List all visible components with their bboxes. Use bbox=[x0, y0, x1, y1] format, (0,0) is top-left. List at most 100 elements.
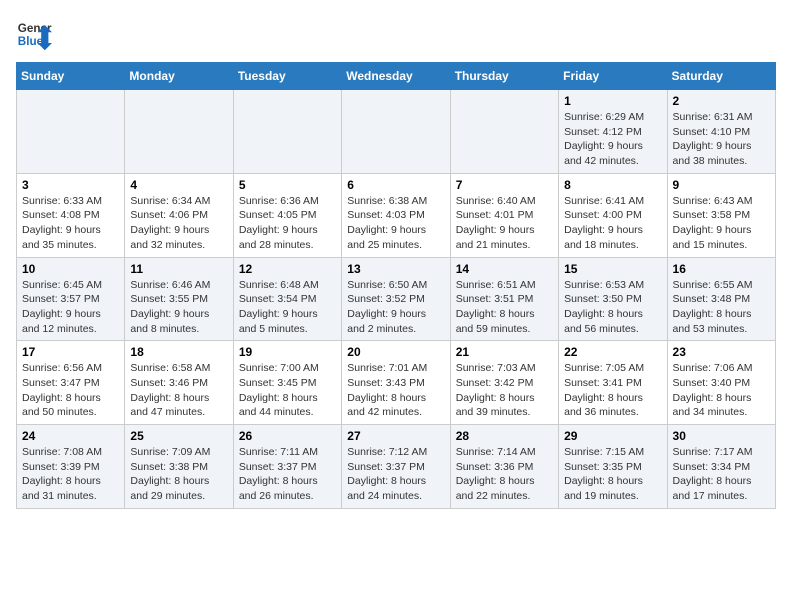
calendar-cell: 27 Sunrise: 7:12 AM Sunset: 3:37 PM Dayli… bbox=[342, 425, 450, 509]
day-number: 5 bbox=[239, 178, 336, 192]
day-info: Sunrise: 6:41 AM Sunset: 4:00 PM Dayligh… bbox=[564, 194, 661, 253]
day-info: Sunrise: 6:46 AM Sunset: 3:55 PM Dayligh… bbox=[130, 278, 227, 337]
calendar-week-row: 1 Sunrise: 6:29 AM Sunset: 4:12 PM Daylig… bbox=[17, 90, 776, 174]
day-number: 26 bbox=[239, 429, 336, 443]
day-number: 6 bbox=[347, 178, 444, 192]
day-number: 27 bbox=[347, 429, 444, 443]
day-info: Sunrise: 6:50 AM Sunset: 3:52 PM Dayligh… bbox=[347, 278, 444, 337]
day-number: 29 bbox=[564, 429, 661, 443]
day-number: 13 bbox=[347, 262, 444, 276]
day-info: Sunrise: 7:14 AM Sunset: 3:36 PM Dayligh… bbox=[456, 445, 553, 504]
calendar-cell: 9 Sunrise: 6:43 AM Sunset: 3:58 PM Daylig… bbox=[667, 173, 775, 257]
calendar-cell: 19 Sunrise: 7:00 AM Sunset: 3:45 PM Dayli… bbox=[233, 341, 341, 425]
day-number: 16 bbox=[673, 262, 770, 276]
weekday-header-saturday: Saturday bbox=[667, 63, 775, 90]
day-info: Sunrise: 6:51 AM Sunset: 3:51 PM Dayligh… bbox=[456, 278, 553, 337]
day-number: 9 bbox=[673, 178, 770, 192]
day-number: 18 bbox=[130, 345, 227, 359]
calendar-cell bbox=[233, 90, 341, 174]
svg-text:Blue: Blue bbox=[18, 35, 44, 48]
day-info: Sunrise: 6:40 AM Sunset: 4:01 PM Dayligh… bbox=[456, 194, 553, 253]
calendar-cell: 30Sunrise: 7:17 AM Sunset: 3:34 PM Dayli… bbox=[667, 425, 775, 509]
weekday-header-friday: Friday bbox=[559, 63, 667, 90]
calendar-cell bbox=[450, 90, 558, 174]
calendar-cell: 12 Sunrise: 6:48 AM Sunset: 3:54 PM Dayli… bbox=[233, 257, 341, 341]
calendar-cell bbox=[17, 90, 125, 174]
day-info: Sunrise: 6:36 AM Sunset: 4:05 PM Dayligh… bbox=[239, 194, 336, 253]
day-number: 4 bbox=[130, 178, 227, 192]
day-info: Sunrise: 7:11 AM Sunset: 3:37 PM Dayligh… bbox=[239, 445, 336, 504]
calendar-cell: 5 Sunrise: 6:36 AM Sunset: 4:05 PM Daylig… bbox=[233, 173, 341, 257]
weekday-header-sunday: Sunday bbox=[17, 63, 125, 90]
day-info: Sunrise: 7:12 AM Sunset: 3:37 PM Dayligh… bbox=[347, 445, 444, 504]
calendar-cell: 18 Sunrise: 6:58 AM Sunset: 3:46 PM Dayli… bbox=[125, 341, 233, 425]
calendar-week-row: 17 Sunrise: 6:56 AM Sunset: 3:47 PM Dayli… bbox=[17, 341, 776, 425]
calendar-cell: 13 Sunrise: 6:50 AM Sunset: 3:52 PM Dayli… bbox=[342, 257, 450, 341]
day-info: Sunrise: 6:55 AM Sunset: 3:48 PM Dayligh… bbox=[673, 278, 770, 337]
calendar-cell: 3 Sunrise: 6:33 AM Sunset: 4:08 PM Daylig… bbox=[17, 173, 125, 257]
day-number: 17 bbox=[22, 345, 119, 359]
calendar-table: SundayMondayTuesdayWednesdayThursdayFrid… bbox=[16, 62, 776, 509]
day-number: 3 bbox=[22, 178, 119, 192]
calendar-cell: 10 Sunrise: 6:45 AM Sunset: 3:57 PM Dayli… bbox=[17, 257, 125, 341]
day-info: Sunrise: 6:45 AM Sunset: 3:57 PM Dayligh… bbox=[22, 278, 119, 337]
weekday-header-monday: Monday bbox=[125, 63, 233, 90]
day-info: Sunrise: 6:31 AM Sunset: 4:10 PM Dayligh… bbox=[673, 110, 770, 169]
day-info: Sunrise: 7:05 AM Sunset: 3:41 PM Dayligh… bbox=[564, 361, 661, 420]
day-info: Sunrise: 7:00 AM Sunset: 3:45 PM Dayligh… bbox=[239, 361, 336, 420]
day-info: Sunrise: 6:56 AM Sunset: 3:47 PM Dayligh… bbox=[22, 361, 119, 420]
calendar-cell: 15 Sunrise: 6:53 AM Sunset: 3:50 PM Dayli… bbox=[559, 257, 667, 341]
calendar-cell: 29Sunrise: 7:15 AM Sunset: 3:35 PM Dayli… bbox=[559, 425, 667, 509]
day-info: Sunrise: 6:29 AM Sunset: 4:12 PM Dayligh… bbox=[564, 110, 661, 169]
day-number: 12 bbox=[239, 262, 336, 276]
calendar-cell bbox=[125, 90, 233, 174]
day-number: 20 bbox=[347, 345, 444, 359]
day-number: 7 bbox=[456, 178, 553, 192]
day-info: Sunrise: 6:34 AM Sunset: 4:06 PM Dayligh… bbox=[130, 194, 227, 253]
day-number: 10 bbox=[22, 262, 119, 276]
calendar-cell: 11 Sunrise: 6:46 AM Sunset: 3:55 PM Dayli… bbox=[125, 257, 233, 341]
weekday-header-tuesday: Tuesday bbox=[233, 63, 341, 90]
day-number: 23 bbox=[673, 345, 770, 359]
day-number: 15 bbox=[564, 262, 661, 276]
weekday-header-wednesday: Wednesday bbox=[342, 63, 450, 90]
calendar-cell: 2 Sunrise: 6:31 AM Sunset: 4:10 PM Daylig… bbox=[667, 90, 775, 174]
day-info: Sunrise: 7:08 AM Sunset: 3:39 PM Dayligh… bbox=[22, 445, 119, 504]
day-number: 8 bbox=[564, 178, 661, 192]
day-number: 2 bbox=[673, 94, 770, 108]
day-number: 19 bbox=[239, 345, 336, 359]
day-info: Sunrise: 6:48 AM Sunset: 3:54 PM Dayligh… bbox=[239, 278, 336, 337]
day-info: Sunrise: 7:03 AM Sunset: 3:42 PM Dayligh… bbox=[456, 361, 553, 420]
day-info: Sunrise: 6:58 AM Sunset: 3:46 PM Dayligh… bbox=[130, 361, 227, 420]
calendar-cell: 25Sunrise: 7:09 AM Sunset: 3:38 PM Dayli… bbox=[125, 425, 233, 509]
day-info: Sunrise: 7:17 AM Sunset: 3:34 PM Dayligh… bbox=[673, 445, 770, 504]
day-number: 28 bbox=[456, 429, 553, 443]
calendar-week-row: 3 Sunrise: 6:33 AM Sunset: 4:08 PM Daylig… bbox=[17, 173, 776, 257]
day-info: Sunrise: 6:53 AM Sunset: 3:50 PM Dayligh… bbox=[564, 278, 661, 337]
calendar-cell: 26 Sunrise: 7:11 AM Sunset: 3:37 PM Dayli… bbox=[233, 425, 341, 509]
day-number: 24 bbox=[22, 429, 119, 443]
weekday-header-thursday: Thursday bbox=[450, 63, 558, 90]
calendar-week-row: 24 Sunrise: 7:08 AM Sunset: 3:39 PM Dayli… bbox=[17, 425, 776, 509]
calendar-cell: 23 Sunrise: 7:06 AM Sunset: 3:40 PM Dayli… bbox=[667, 341, 775, 425]
day-info: Sunrise: 7:01 AM Sunset: 3:43 PM Dayligh… bbox=[347, 361, 444, 420]
day-number: 21 bbox=[456, 345, 553, 359]
day-number: 11 bbox=[130, 262, 227, 276]
day-info: Sunrise: 7:09 AM Sunset: 3:38 PM Dayligh… bbox=[130, 445, 227, 504]
page-header: General Blue bbox=[16, 16, 776, 52]
day-info: Sunrise: 7:06 AM Sunset: 3:40 PM Dayligh… bbox=[673, 361, 770, 420]
calendar-cell: 16 Sunrise: 6:55 AM Sunset: 3:48 PM Dayli… bbox=[667, 257, 775, 341]
calendar-cell bbox=[342, 90, 450, 174]
day-number: 22 bbox=[564, 345, 661, 359]
calendar-cell: 7 Sunrise: 6:40 AM Sunset: 4:01 PM Daylig… bbox=[450, 173, 558, 257]
calendar-cell: 24 Sunrise: 7:08 AM Sunset: 3:39 PM Dayli… bbox=[17, 425, 125, 509]
day-number: 1 bbox=[564, 94, 661, 108]
calendar-cell: 28 Sunrise: 7:14 AM Sunset: 3:36 PM Dayli… bbox=[450, 425, 558, 509]
calendar-cell: 17 Sunrise: 6:56 AM Sunset: 3:47 PM Dayli… bbox=[17, 341, 125, 425]
calendar-cell: 21 Sunrise: 7:03 AM Sunset: 3:42 PM Dayli… bbox=[450, 341, 558, 425]
day-info: Sunrise: 6:33 AM Sunset: 4:08 PM Dayligh… bbox=[22, 194, 119, 253]
day-info: Sunrise: 6:43 AM Sunset: 3:58 PM Dayligh… bbox=[673, 194, 770, 253]
calendar-cell: 4 Sunrise: 6:34 AM Sunset: 4:06 PM Daylig… bbox=[125, 173, 233, 257]
weekday-header-row: SundayMondayTuesdayWednesdayThursdayFrid… bbox=[17, 63, 776, 90]
logo: General Blue bbox=[16, 16, 52, 52]
